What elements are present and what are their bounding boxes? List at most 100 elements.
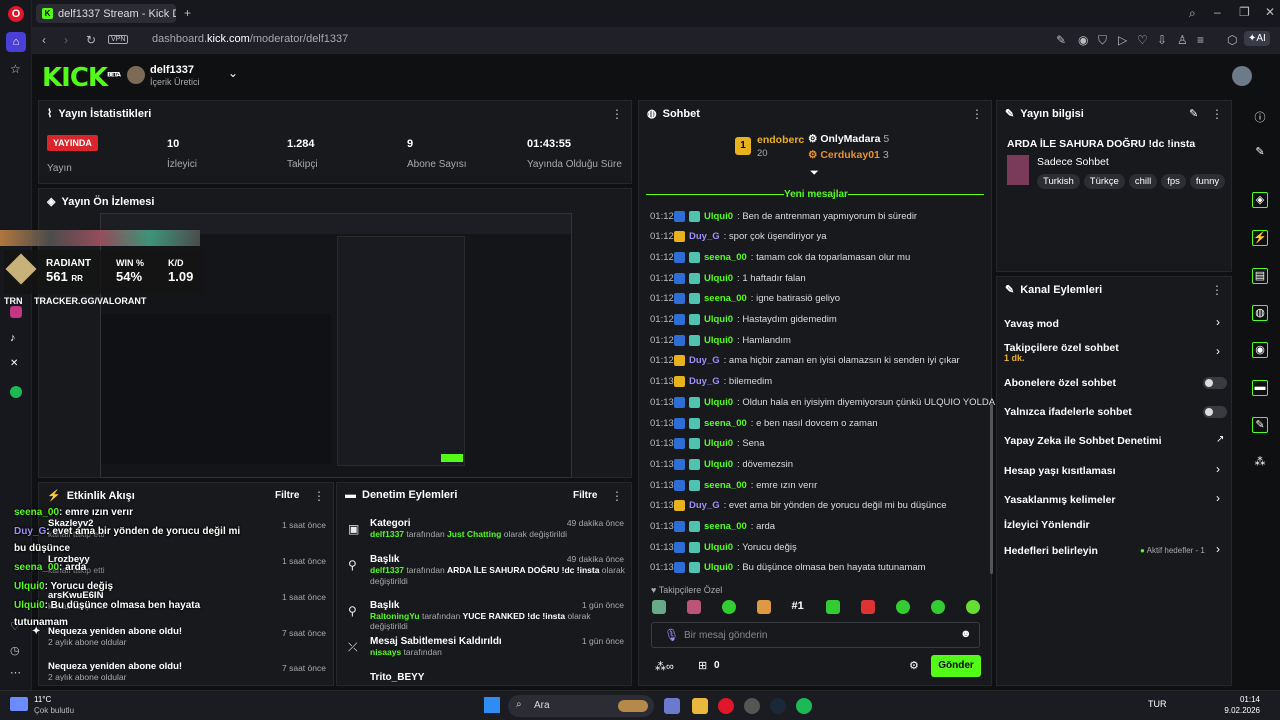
emote-icon[interactable] (931, 600, 945, 614)
clock-date[interactable]: 9.02.2026 (1210, 706, 1260, 715)
pen-icon[interactable]: ✎ (1252, 145, 1268, 161)
tag[interactable]: funny (1189, 174, 1226, 189)
emote-icon[interactable] (965, 600, 980, 614)
ai-button[interactable]: ✦AI (1244, 31, 1270, 46)
forward-icon[interactable]: › (64, 33, 68, 47)
chat-message[interactable]: 01:13 Ulqui0: Yorucu değiş (650, 540, 797, 554)
chat-message[interactable]: 01:13 Duy_G: evet ama bir yönden de yoruc… (650, 499, 946, 513)
vpn-badge[interactable]: VPN (108, 35, 129, 44)
chat-message[interactable]: 01:13 Ulqui0: Sena (650, 437, 765, 451)
clock-time[interactable]: 01:14 (1220, 695, 1260, 704)
chat-message[interactable]: 01:12 seena_00: igne batirasiö geliyo (650, 292, 840, 306)
file-explorer-icon[interactable] (692, 698, 708, 714)
message-user[interactable]: Ulqui0 (704, 459, 733, 470)
message-user[interactable]: Ulqui0 (704, 542, 733, 553)
infinity-icon[interactable]: ⁂∞ (655, 660, 674, 673)
emote-icon[interactable] (756, 600, 771, 614)
add-widget-icon[interactable]: ⁂ (1252, 455, 1268, 471)
gear-icon[interactable]: ⚙ (909, 659, 919, 672)
home-icon[interactable]: ⌂ (6, 32, 26, 52)
slow-mode-item[interactable]: Yavaş mod (1004, 318, 1059, 330)
edit-icon[interactable]: ✎ (1189, 107, 1198, 120)
events-filter-button[interactable]: Filtre (275, 490, 299, 501)
preview-icon[interactable]: ◈ (1252, 192, 1268, 208)
kebab-icon[interactable]: ⋮ (611, 107, 623, 121)
info-icon[interactable]: ⓘ (1252, 109, 1268, 125)
language-indicator[interactable]: TUR (1148, 699, 1167, 709)
spotify-icon[interactable] (796, 698, 812, 714)
external-link-icon[interactable]: ↗ (1216, 434, 1224, 445)
opera-icon[interactable] (718, 698, 734, 714)
kebab-icon[interactable]: ⋮ (971, 107, 983, 121)
chat-message[interactable]: 01:13 Ulqui0: Bu düşünce olmasa ben hayat… (650, 561, 926, 575)
message-user[interactable]: Duy_G (689, 500, 720, 511)
steam-icon[interactable] (770, 698, 786, 714)
camera-icon[interactable]: ◉ (1078, 33, 1088, 47)
star-icon[interactable]: ☆ (10, 62, 21, 76)
account-icon[interactable]: ♙ (1177, 33, 1188, 47)
chat-message[interactable]: 01:12 Duy_G: ama hiçbir zaman en iyisi ol… (650, 354, 960, 368)
message-user[interactable]: Duy_G (689, 376, 720, 387)
opera-logo-icon[interactable]: O (8, 6, 24, 22)
chevron-right-icon[interactable]: › (1216, 315, 1220, 329)
chat-message[interactable]: 01:13 seena_00: emre ızın verır (650, 478, 817, 492)
tiktok-icon[interactable]: ♪ (10, 332, 16, 344)
emote-icon[interactable] (896, 600, 911, 614)
tag[interactable]: chill (1128, 174, 1158, 189)
kebab-icon[interactable]: ⋮ (1211, 107, 1223, 121)
message-user[interactable]: seena_00 (704, 418, 747, 429)
chevron-right-icon[interactable]: › (1216, 491, 1220, 505)
task-view-icon[interactable] (664, 698, 680, 714)
play-icon[interactable]: ▷ (1118, 33, 1127, 47)
message-user[interactable]: Ulqui0 (704, 562, 733, 573)
subscribers-only-toggle[interactable] (1203, 377, 1227, 389)
tag[interactable]: fps (1161, 174, 1186, 189)
chat-message[interactable]: 01:12 Duy_G: spor çok üşendiriyor ya (650, 230, 827, 244)
goals-item[interactable]: Hedefleri belirleyin (1004, 545, 1098, 557)
chat-message[interactable]: 01:13 seena_00: arda (650, 520, 775, 534)
emote-icon[interactable] (721, 600, 736, 614)
user-avatar[interactable] (1232, 66, 1252, 86)
emote-icon[interactable] (686, 600, 701, 614)
wrench-icon[interactable]: ✎ (1252, 417, 1268, 433)
emote-icon[interactable] (652, 600, 666, 614)
mod-icon[interactable]: ▬ (1252, 380, 1268, 396)
send-button[interactable]: Gönder (931, 655, 981, 677)
mic-icon[interactable]: 🎙 (664, 628, 679, 642)
chevron-right-icon[interactable]: › (1216, 462, 1220, 476)
message-user[interactable]: Duy_G (689, 231, 720, 242)
stats-icon[interactable]: ▤ (1252, 268, 1268, 284)
gift-icon[interactable]: ⊞ (698, 659, 707, 672)
browser-tab[interactable]: K delf1337 Stream - Kick Da (36, 4, 176, 23)
chat-message[interactable]: 01:12 Ulqui0: Ben de antrenman yapmıyorum… (650, 209, 917, 223)
account-age-item[interactable]: Hesap yaşı kısıtlaması (1004, 465, 1116, 477)
menu-icon[interactable]: ≡ (1197, 33, 1204, 47)
emoji-icon[interactable]: ☻ (960, 628, 972, 640)
chevron-right-icon[interactable]: › (1216, 542, 1220, 556)
chat-message[interactable]: 01:12 seena_00: tamam cok da toparlamasan… (650, 250, 910, 264)
chevron-down-icon[interactable]: ⌄ (228, 66, 238, 80)
close-icon[interactable]: ✕ (1265, 5, 1275, 19)
bolt-icon[interactable]: ⚡ (1252, 230, 1268, 246)
kebab-icon[interactable]: ⋮ (1211, 283, 1223, 297)
chat-message[interactable]: 01:12 Ulqui0: Hamlandım (650, 333, 791, 347)
chat-scrollbar[interactable] (990, 404, 993, 574)
message-user[interactable]: seena_00 (704, 480, 747, 491)
edit-icon[interactable]: ✎ (1056, 33, 1066, 47)
instagram-icon[interactable] (10, 306, 22, 318)
chat-message[interactable]: 01:13 Ulqui0: dövemezsin (650, 457, 793, 471)
ai-moderation-item[interactable]: Yapay Zeka ile Sohbet Denetimi (1004, 435, 1162, 447)
tag[interactable]: Turkish (1037, 174, 1080, 189)
app-icon[interactable] (744, 698, 760, 714)
taskbar-search[interactable]: ⌕ Ara (508, 695, 654, 717)
chat-input[interactable]: 🎙 Bir mesaj gönderin ☻ (651, 622, 980, 648)
chat-message[interactable]: 01:13 seena_00: e ben nasıl dovcem o zama… (650, 416, 878, 430)
spotify-icon[interactable] (10, 386, 22, 398)
chat-message[interactable]: 01:13 Ulqui0: Oldun hala en iyisiyim diye… (650, 395, 995, 409)
message-user[interactable]: seena_00 (704, 252, 747, 263)
minimize-icon[interactable]: – (1214, 5, 1221, 19)
kebab-icon[interactable]: ⋮ (611, 489, 623, 503)
emote-icon[interactable] (861, 600, 876, 614)
emote-icon[interactable]: #1 (792, 600, 806, 614)
kick-logo[interactable]: KICKBETA (42, 63, 121, 93)
